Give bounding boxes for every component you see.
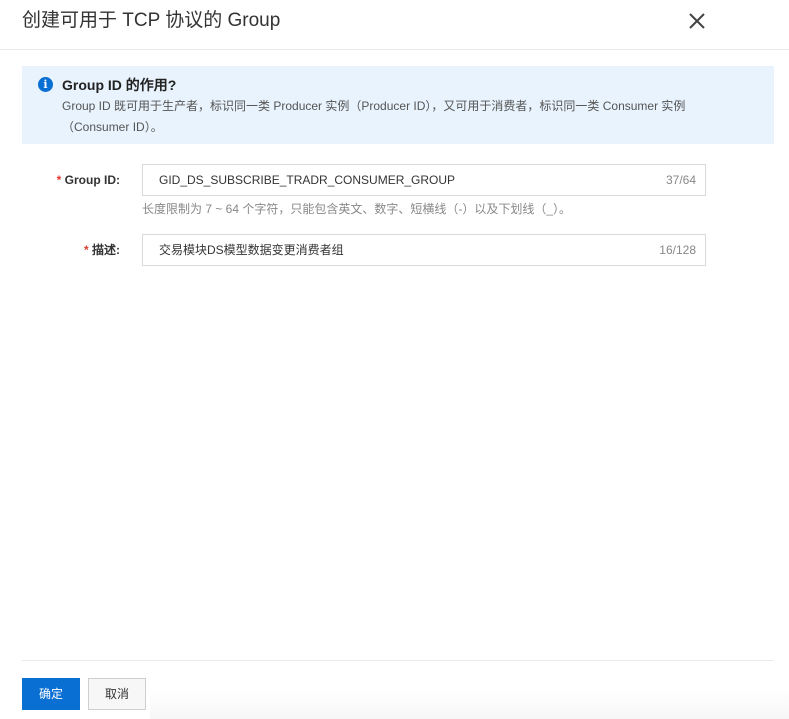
group-id-value: GID_DS_SUBSCRIBE_TRADR_CONSUMER_GROUP xyxy=(159,173,456,187)
dialog-title: 创建可用于 TCP 协议的 Group xyxy=(22,10,281,31)
group-id-hint: 长度限制为 7 ~ 64 个字符，只能包含英文、数字、短横线（-）以及下划线（_… xyxy=(142,202,572,216)
dialog-header: 创建可用于 TCP 协议的 Group xyxy=(0,0,789,50)
cancel-button[interactable]: 取消 xyxy=(88,678,146,710)
description-input[interactable]: 交易模块DS模型数据变更消费者组 16/128 xyxy=(142,234,706,266)
footer-divider xyxy=(22,660,774,661)
required-mark: * xyxy=(56,173,62,187)
description-value: 交易模块DS模型数据变更消费者组 xyxy=(159,243,344,257)
description-label: * 描述: xyxy=(20,242,120,258)
notice-body: Group ID 既可用于生产者，标识同一类 Producer 实例（Produ… xyxy=(62,99,686,134)
bottom-shadow xyxy=(150,690,789,719)
group-id-label-text: Group ID: xyxy=(64,173,120,187)
notice-title: Group ID 的作用? xyxy=(62,77,177,93)
group-id-char-count: 37/64 xyxy=(665,173,696,187)
close-icon[interactable] xyxy=(684,8,710,34)
info-icon: i xyxy=(38,77,53,92)
description-char-count: 16/128 xyxy=(659,243,696,257)
description-label-text: 描述: xyxy=(92,243,120,257)
group-id-input[interactable]: GID_DS_SUBSCRIBE_TRADR_CONSUMER_GROUP 37… xyxy=(142,164,706,196)
group-id-label: * Group ID: xyxy=(20,172,120,188)
required-mark: * xyxy=(83,243,89,257)
info-notice: i Group ID 的作用? Group ID 既可用于生产者，标识同一类 P… xyxy=(22,66,774,144)
confirm-button[interactable]: 确定 xyxy=(22,678,80,710)
